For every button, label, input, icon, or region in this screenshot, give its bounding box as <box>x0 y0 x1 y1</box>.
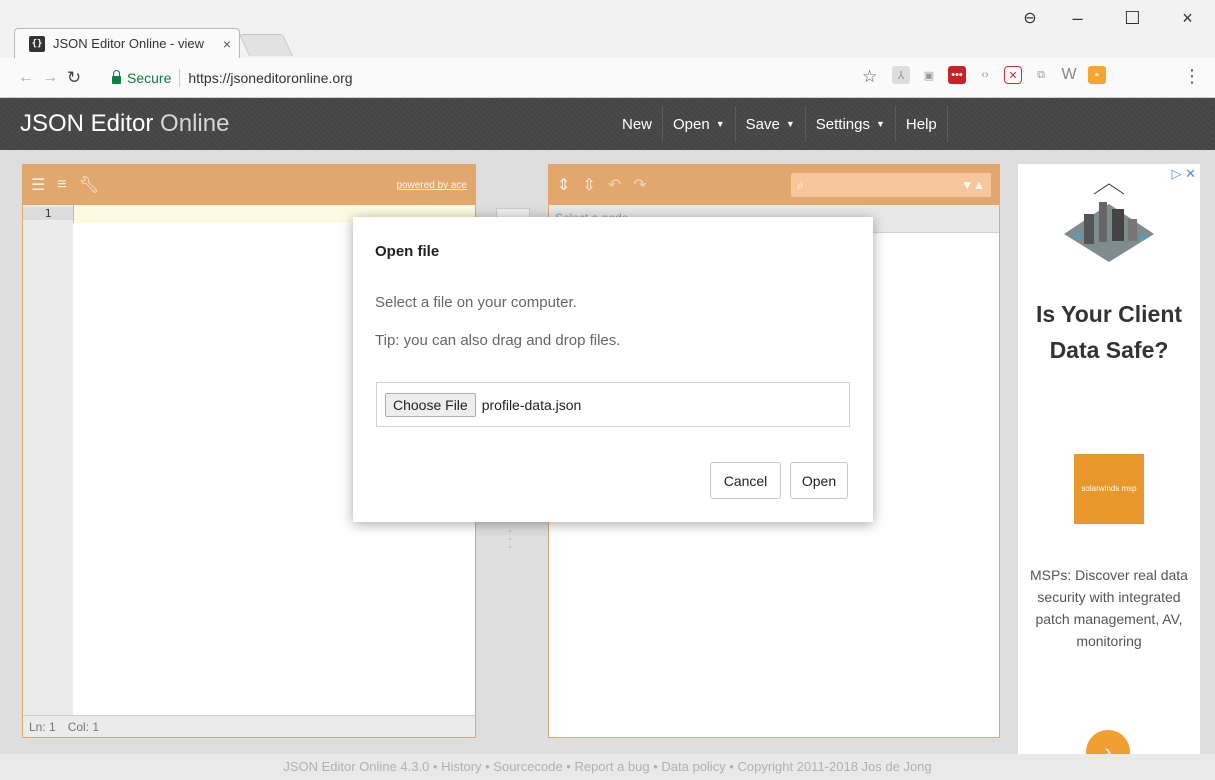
line-number: 1 <box>23 207 73 220</box>
tree-search-input[interactable]: ⌕ ▼▲ <box>791 173 991 197</box>
menu-save-label: Save <box>745 115 780 133</box>
tree-editor-toolbar: ⇕ ⇳ ↶ ↷ ⌕ ▼▲ <box>549 165 999 205</box>
menu-settings-label: Settings <box>815 115 870 133</box>
tab-close-icon[interactable]: × <box>223 36 231 52</box>
search-nav-arrows-icon[interactable]: ▼▲ <box>961 178 985 192</box>
url-text[interactable]: https://jsoneditoronline.org <box>188 70 352 86</box>
format-icon[interactable]: ☰ <box>31 175 45 195</box>
undo-icon[interactable]: ↶ <box>608 175 621 195</box>
orange-extension-icon[interactable]: ▪ <box>1088 66 1106 84</box>
ad-body-text: MSPs: Discover real data security with i… <box>1030 567 1188 649</box>
logo-light-text: Online <box>160 110 230 137</box>
code-editor-toolbar: ☰ ≡ 🔧︎ powered by ace <box>23 165 475 205</box>
splitter-handle[interactable]: · · · <box>508 523 513 553</box>
omnibox-divider <box>179 69 181 87</box>
selected-file-name: profile-data.json <box>481 396 582 413</box>
caret-down-icon: ▼ <box>875 119 885 129</box>
reload-icon[interactable]: ↻ <box>62 68 86 88</box>
menu-save-button[interactable]: Save ▼ <box>736 106 806 142</box>
dialog-tip: Tip: you can also drag and drop files. <box>375 332 621 349</box>
menu-new-button[interactable]: New <box>612 106 664 142</box>
expand-all-icon[interactable]: ⇕ <box>557 175 570 195</box>
powered-by-ace-link[interactable]: powered by ace <box>396 180 467 191</box>
status-line: Ln: 1 <box>29 719 56 734</box>
menu-open-label: Open <box>673 115 710 133</box>
tab-title: JSON Editor Online - view <box>53 36 204 51</box>
menu-new-label: New <box>622 115 653 133</box>
ad-city-illustration <box>1064 183 1154 262</box>
browser-tab[interactable]: {} JSON Editor Online - view × <box>14 28 240 58</box>
window-controls: ⊖ – ☐ × <box>1010 0 1215 36</box>
redo-icon[interactable]: ↷ <box>633 175 646 195</box>
maximize-button[interactable]: ☐ <box>1105 8 1160 29</box>
dialog-title: Open file <box>375 243 440 260</box>
menu-open-button[interactable]: Open ▼ <box>663 106 736 142</box>
ad-logo: solarwinds msp <box>1074 454 1144 524</box>
open-button[interactable]: Open <box>790 462 848 499</box>
app-logo: JSON Editor Online <box>20 110 229 138</box>
wikipedia-extension-icon[interactable]: W <box>1060 66 1078 84</box>
choose-file-button[interactable]: Choose File <box>385 392 476 417</box>
minimize-button[interactable]: – <box>1050 8 1105 29</box>
lock-icon <box>112 70 121 84</box>
json-favicon-icon: {} <box>29 35 45 52</box>
browser-titlebar: {} JSON Editor Online - view × ⊖ – ☐ × <box>0 0 1215 58</box>
line-gutter: 1 <box>23 205 73 715</box>
adblock-extension-icon[interactable]: ✕ <box>1004 66 1022 84</box>
ad-headline: Is Your Client Data Safe? <box>1035 301 1183 363</box>
collapse-all-icon[interactable]: ⇳ <box>582 175 595 195</box>
cancel-button[interactable]: Cancel <box>710 462 781 499</box>
bookmark-star-icon[interactable]: ☆ <box>862 67 877 87</box>
menu-settings-button[interactable]: Settings ▼ <box>806 106 896 142</box>
editor-statusbar: Ln: 1 Col: 1 <box>23 715 475 737</box>
browser-menu-icon[interactable]: ⋮ <box>1183 66 1201 87</box>
app-header: JSON Editor Online New Open ▼ Save ▼ Setti… <box>0 98 1215 150</box>
profile-icon[interactable]: ⊖ <box>1010 8 1050 28</box>
menu-help-label: Help <box>905 115 937 133</box>
lastpass-extension-icon[interactable]: ••• <box>948 66 966 84</box>
advertisement[interactable]: ▷ ✕ Is Your Client Data Safe? solarwinds… <box>1018 164 1200 754</box>
address-bar[interactable]: Secure https://jsoneditoronline.org <box>112 65 888 91</box>
status-column: Col: 1 <box>67 719 100 734</box>
forward-arrow-icon[interactable]: → <box>38 69 62 87</box>
pdf-extension-icon[interactable]: ⅄ <box>892 66 910 84</box>
new-tab-button[interactable] <box>238 34 294 56</box>
search-icon: ⌕ <box>797 177 804 192</box>
open-file-dialog: Open file Select a file on your computer… <box>353 217 873 522</box>
logo-main-text: JSON Editor <box>20 110 154 137</box>
repair-wrench-icon[interactable]: 🔧︎ <box>79 175 99 195</box>
compact-icon[interactable]: ≡ <box>57 176 66 194</box>
tab-extension-icon[interactable]: ⧉ <box>1032 66 1050 84</box>
main-menu: New Open ▼ Save ▼ Settings ▼ Help <box>612 106 948 142</box>
cast-extension-icon[interactable]: ▣ <box>920 66 938 84</box>
caret-down-icon: ▼ <box>715 119 725 129</box>
file-input-box: Choose File profile-data.json <box>376 382 850 427</box>
dialog-instruction: Select a file on your computer. <box>375 294 577 311</box>
ad-arrow-icon[interactable]: › <box>1086 730 1130 754</box>
close-window-button[interactable]: × <box>1160 8 1215 29</box>
page-footer: JSON Editor Online 4.3.0 • History • Sou… <box>0 754 1215 780</box>
secure-label: Secure <box>127 70 172 86</box>
caret-down-icon: ▼ <box>785 119 795 129</box>
code-extension-icon[interactable]: ‹› <box>976 66 994 84</box>
adchoices-icon[interactable]: ▷ ✕ <box>1171 166 1196 182</box>
menu-help-button[interactable]: Help <box>896 106 948 142</box>
back-arrow-icon[interactable]: ← <box>14 69 38 87</box>
extensions-area: ⅄ ▣ ••• ‹› ✕ ⧉ W ▪ <box>892 66 1106 84</box>
